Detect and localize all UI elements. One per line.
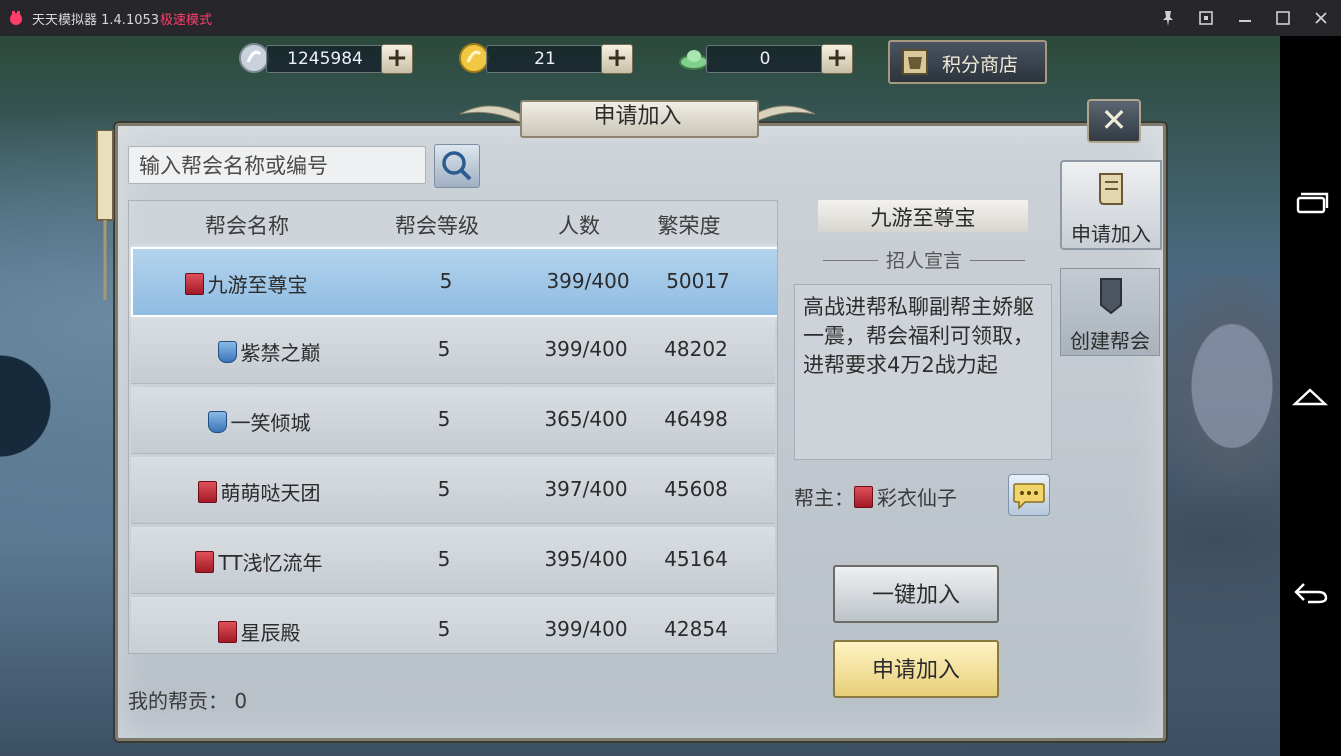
scene-decoration (0, 336, 70, 476)
jade-currency: 0 + (678, 42, 858, 74)
row-prosperity: 48202 (664, 337, 728, 361)
tab-create-label: 创建帮会 (1070, 329, 1150, 353)
table-row[interactable]: 一笑倾城 5 365/400 46498 (131, 387, 775, 454)
table-row[interactable]: 星辰殿 5 399/400 42854 (131, 597, 775, 653)
row-members: 365/400 (544, 407, 628, 431)
row-level: 5 (437, 617, 451, 641)
jade-amount: 0 (706, 45, 824, 73)
settings-window-icon[interactable] (1196, 8, 1216, 28)
row-guild-name: TT浅忆流年 (131, 547, 387, 576)
header-guild-name: 帮会名称 (205, 214, 289, 238)
speed-mode-label: 极速模式 (160, 13, 213, 28)
lantern-decoration-icon (96, 130, 114, 300)
search-icon (442, 151, 472, 181)
table-row[interactable]: 九游至尊宝 5 399/400 50017 (131, 247, 777, 317)
row-level: 5 (437, 477, 451, 501)
my-contribution: 我的帮贡： 0 (128, 689, 248, 713)
row-prosperity: 46498 (664, 407, 728, 431)
dialog-title: 申请加入 (593, 104, 682, 129)
guild-search-input[interactable]: 输入帮会名称或编号 (128, 146, 426, 184)
guild-badge-icon (217, 621, 237, 643)
add-jade-button[interactable]: + (821, 44, 853, 74)
points-shop-button[interactable]: 积分商店 (888, 40, 1047, 84)
maximize-icon[interactable] (1273, 8, 1293, 28)
guild-leader: 帮主： 彩衣仙子 (794, 486, 957, 510)
row-prosperity: 45164 (664, 547, 728, 571)
recruit-manifesto: 高战进帮私聊副帮主娇躯一震，帮会福利可领取，进帮要求4万2战力起 (794, 284, 1052, 460)
search-button[interactable] (434, 144, 480, 188)
gold-currency: 21 + (458, 42, 638, 74)
divider-left (822, 260, 878, 261)
guild-list-table: 帮会名称 帮会等级 人数 繁荣度 九游至尊宝 5 399/400 50017 紫… (128, 200, 778, 654)
table-row[interactable]: 萌萌哒天团 5 397/400 45608 (131, 457, 775, 524)
title-ornament-left (460, 105, 520, 123)
table-header: 帮会名称 帮会等级 人数 繁荣度 (129, 201, 777, 246)
recent-apps-icon[interactable] (1290, 184, 1330, 224)
leader-name: 彩衣仙子 (877, 486, 957, 510)
pin-icon[interactable] (1158, 8, 1178, 28)
home-icon[interactable] (1290, 378, 1330, 418)
row-prosperity: 50017 (666, 269, 730, 293)
row-guild-name: 九游至尊宝 (133, 269, 359, 298)
guild-badge-icon (195, 551, 215, 573)
close-window-icon[interactable] (1311, 8, 1331, 28)
guild-badge-icon (217, 341, 237, 363)
leader-badge-icon (854, 486, 873, 508)
row-members: 397/400 (544, 477, 628, 501)
app-title: 天天模拟器 1.4.1053 (32, 13, 160, 28)
tab-apply-label: 申请加入 (1071, 222, 1151, 246)
selected-guild-name: 九游至尊宝 (870, 206, 976, 230)
row-guild-name: 萌萌哒天团 (131, 477, 387, 506)
apply-join-button[interactable]: 申请加入 (833, 640, 999, 698)
guild-badge-icon (184, 273, 204, 295)
row-prosperity: 42854 (664, 617, 728, 641)
row-members: 399/400 (546, 269, 630, 293)
minimize-icon[interactable] (1235, 8, 1255, 28)
row-guild-name: 星辰殿 (131, 617, 387, 646)
row-members: 395/400 (544, 547, 628, 571)
row-guild-name: 一笑倾城 (131, 407, 387, 436)
header-guild-level: 帮会等级 (395, 214, 479, 238)
chat-button[interactable] (1008, 474, 1050, 516)
row-level: 5 (437, 407, 451, 431)
row-level: 5 (437, 547, 451, 571)
row-members: 399/400 (544, 337, 628, 361)
banner-icon (1100, 278, 1122, 315)
shop-icon (902, 49, 928, 75)
add-silver-button[interactable]: + (381, 44, 413, 74)
add-gold-button[interactable]: + (601, 44, 633, 74)
close-dialog-button[interactable]: ✕ (1087, 99, 1141, 143)
app-logo-icon (10, 11, 22, 25)
silver-currency: 1245984 + (238, 42, 418, 74)
android-nav-bar (1280, 36, 1341, 756)
recruit-title: 招人宣言 (812, 246, 1036, 273)
divider-right (970, 260, 1025, 261)
table-row[interactable]: 紫禁之巅 5 399/400 48202 (131, 317, 775, 384)
table-row[interactable]: TT浅忆流年 5 395/400 45164 (131, 527, 775, 594)
quick-join-button[interactable]: 一键加入 (833, 565, 999, 623)
header-prosperity: 繁荣度 (657, 214, 721, 238)
back-icon[interactable] (1290, 572, 1330, 612)
row-level: 5 (439, 269, 453, 293)
tab-create-guild[interactable]: 创建帮会 (1060, 268, 1160, 356)
guild-badge-icon (197, 481, 217, 503)
row-level: 5 (437, 337, 451, 361)
gold-amount: 21 (486, 45, 604, 73)
row-guild-name: 紫禁之巅 (131, 337, 407, 366)
row-members: 399/400 (544, 617, 628, 641)
title-ornament-right (755, 105, 815, 123)
header-members: 人数 (558, 214, 600, 238)
chat-bubble-icon (1013, 483, 1045, 510)
scroll-icon (1099, 173, 1123, 205)
row-prosperity: 45608 (664, 477, 728, 501)
silver-amount: 1245984 (266, 45, 384, 73)
tab-apply-join[interactable]: 申请加入 (1060, 160, 1162, 250)
guild-badge-icon (207, 411, 227, 433)
shop-label: 积分商店 (942, 54, 1019, 76)
emulator-titlebar: 天天模拟器 1.4.1053 极速模式 (0, 0, 1341, 36)
scene-character (1160, 276, 1280, 496)
